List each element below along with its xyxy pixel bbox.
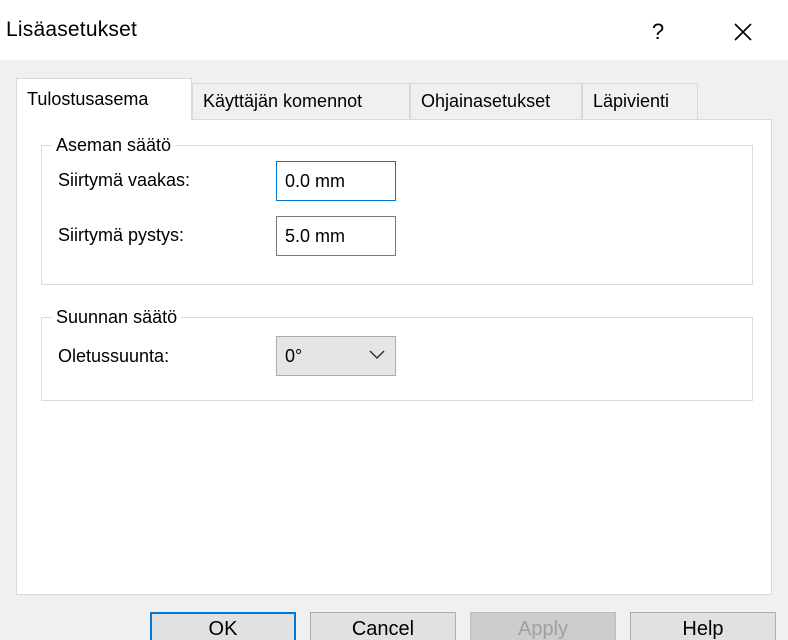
ok-button[interactable]: OK <box>150 612 296 640</box>
tab-tulostusasema[interactable]: Tulostusasema <box>16 78 192 120</box>
cancel-button[interactable]: Cancel <box>310 612 456 640</box>
orientation-group-legend: Suunnan säätö <box>52 305 182 329</box>
vertical-offset-field[interactable]: 5.0 mm <box>276 216 396 256</box>
dialog-client-area: Tulostusasema Käyttäjän komennot Ohjaina… <box>0 60 788 640</box>
advanced-settings-dialog: Lisäasetukset ? Tulostusasema Käyttäjän … <box>0 0 788 640</box>
title-bar: Lisäasetukset ? <box>0 0 788 60</box>
apply-button[interactable]: Apply <box>470 612 616 640</box>
default-orientation-value: 0° <box>285 346 303 366</box>
orientation-adjust-group: Suunnan säätö Oletussuunta: 0° <box>41 305 753 401</box>
tab-page-tulostusasema: Aseman säätö Siirtymä vaakas: 0.0 mm Sii… <box>16 119 772 595</box>
horizontal-offset-label: Siirtymä vaakas: <box>58 170 191 190</box>
close-button[interactable] <box>720 14 766 50</box>
tab-kayttajan-komennot[interactable]: Käyttäjän komennot <box>192 83 410 119</box>
close-icon <box>734 23 752 41</box>
default-orientation-label: Oletussuunta: <box>58 346 170 366</box>
default-orientation-dropdown[interactable]: 0° <box>276 336 396 376</box>
help-title-button[interactable]: ? <box>638 14 678 50</box>
chevron-down-icon <box>369 350 385 360</box>
position-adjust-group: Aseman säätö Siirtymä vaakas: 0.0 mm Sii… <box>41 133 753 285</box>
horizontal-offset-field[interactable]: 0.0 mm <box>276 161 396 201</box>
help-button[interactable]: Help <box>630 612 776 640</box>
window-title: Lisäasetukset <box>6 18 138 41</box>
position-group-legend: Aseman säätö <box>52 133 176 157</box>
tab-lapivienti[interactable]: Läpivienti <box>582 83 698 119</box>
tab-ohjainasetukset[interactable]: Ohjainasetukset <box>410 83 582 119</box>
vertical-offset-label: Siirtymä pystys: <box>58 225 185 245</box>
